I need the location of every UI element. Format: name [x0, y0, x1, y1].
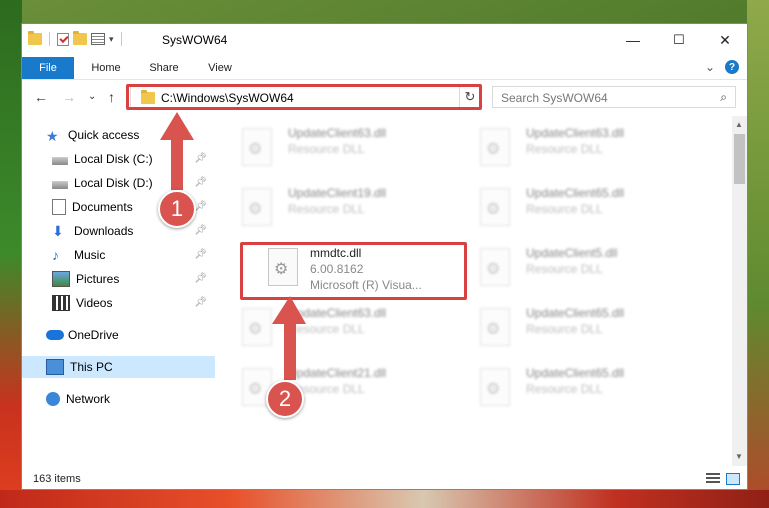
step-2-badge: 2	[266, 380, 304, 418]
arrow-2	[272, 296, 306, 380]
step-1-badge: 1	[158, 190, 196, 228]
annotation-overlay	[160, 112, 306, 380]
arrow-1	[160, 112, 194, 190]
